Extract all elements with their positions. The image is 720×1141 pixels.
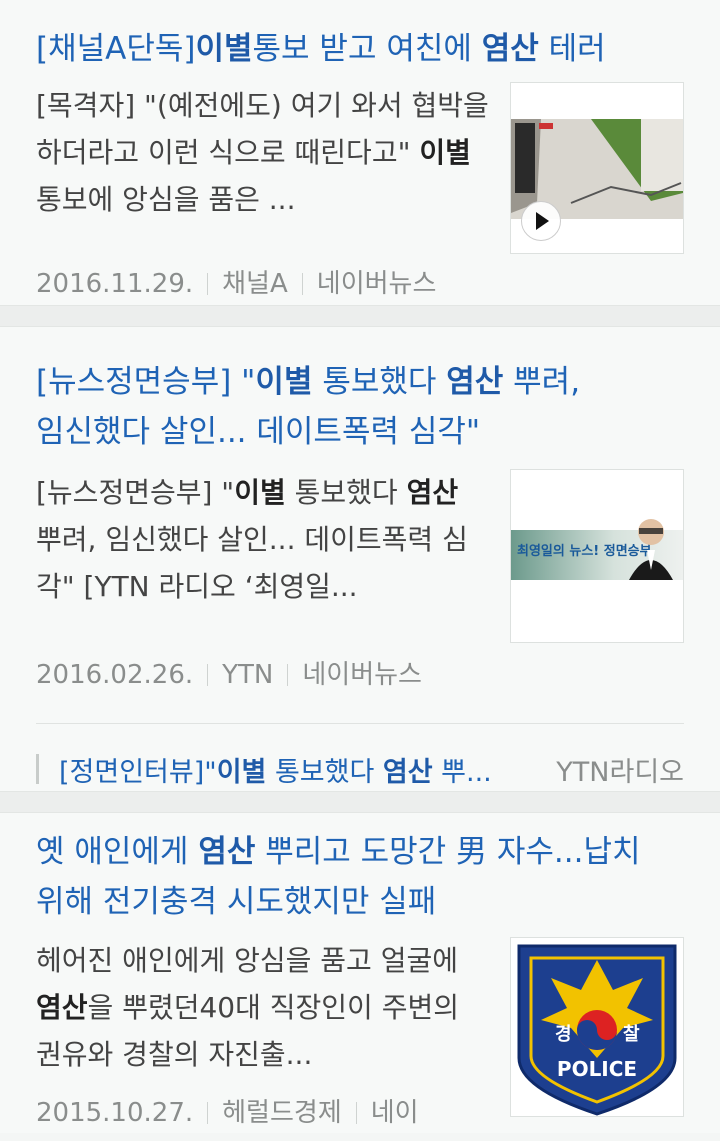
naver-news-link[interactable]: 네이버뉴스 xyxy=(302,660,422,690)
article-card[interactable]: [뉴스정면승부] "이별 통보했다 염산 뿌려, 임신했다 살인... 데이트폭… xyxy=(0,326,720,792)
police-logo: 경 찰 POLICE xyxy=(511,938,683,1116)
play-icon[interactable] xyxy=(521,201,561,241)
related-marker xyxy=(36,754,39,784)
naver-news-link[interactable]: 네이 xyxy=(371,1098,419,1128)
article-date: 2016.11.29. xyxy=(36,269,194,299)
host-photo xyxy=(629,519,673,580)
article-source[interactable]: 헤럴드경제 xyxy=(222,1098,342,1128)
naver-news-link[interactable]: 네이버뉴스 xyxy=(317,269,437,299)
article-meta: 2016.11.29. 채널A 네이버뉴스 xyxy=(36,256,684,312)
article-card[interactable]: [채널A단독]이별통보 받고 여친에 염산 테러 [목격자] "(예전에도) 여… xyxy=(0,0,720,306)
divider xyxy=(355,1102,357,1124)
divider xyxy=(207,664,209,686)
article-thumbnail[interactable]: 경 찰 POLICE xyxy=(510,937,684,1117)
article-meta: 2016.02.26. YTN 네이버뉴스 xyxy=(36,647,684,703)
related-article[interactable]: [정면인터뷰]"이별 통보했다 염산 뿌... YTN라디오 xyxy=(36,723,684,814)
article-summary: [뉴스정면승부] "이별 통보했다 염산 뿌려, 임신했다 살인... 데이트폭… xyxy=(36,476,468,603)
divider xyxy=(287,664,289,686)
article-date: 2015.10.27. xyxy=(36,1098,194,1128)
article-title[interactable]: [뉴스정면승부] "이별 통보했다 염산 뿌려, 임신했다 살인... 데이트폭… xyxy=(36,327,684,457)
svg-text:찰: 찰 xyxy=(623,1024,640,1045)
related-article-title[interactable]: [정면인터뷰]"이별 통보했다 염산 뿌... xyxy=(59,750,536,789)
divider xyxy=(207,273,209,295)
article-thumbnail[interactable]: 최영일의 뉴스! 정면승부 xyxy=(510,469,684,643)
article-title[interactable]: 옛 애인에게 염산 뿌리고 도망간 男 자수...납치 위해 전기충격 시도했지… xyxy=(36,813,684,927)
svg-text:경: 경 xyxy=(555,1024,572,1045)
article-title[interactable]: [채널A단독]이별통보 받고 여친에 염산 테러 xyxy=(36,0,684,74)
article-thumbnail[interactable] xyxy=(510,82,684,254)
divider xyxy=(301,273,303,295)
related-article-source[interactable]: YTN라디오 xyxy=(556,750,684,789)
article-card[interactable]: 옛 애인에게 염산 뿌리고 도망간 男 자수...납치 위해 전기충격 시도했지… xyxy=(0,812,720,1133)
article-summary: [목격자] "(예전에도) 여기 와서 협박을 하더라고 이런 식으로 때린다고… xyxy=(36,89,489,216)
article-source[interactable]: 채널A xyxy=(222,269,288,299)
svg-text:POLICE: POLICE xyxy=(557,1057,637,1081)
article-source[interactable]: YTN xyxy=(222,660,273,690)
divider xyxy=(207,1102,209,1124)
article-date: 2016.02.26. xyxy=(36,660,194,690)
